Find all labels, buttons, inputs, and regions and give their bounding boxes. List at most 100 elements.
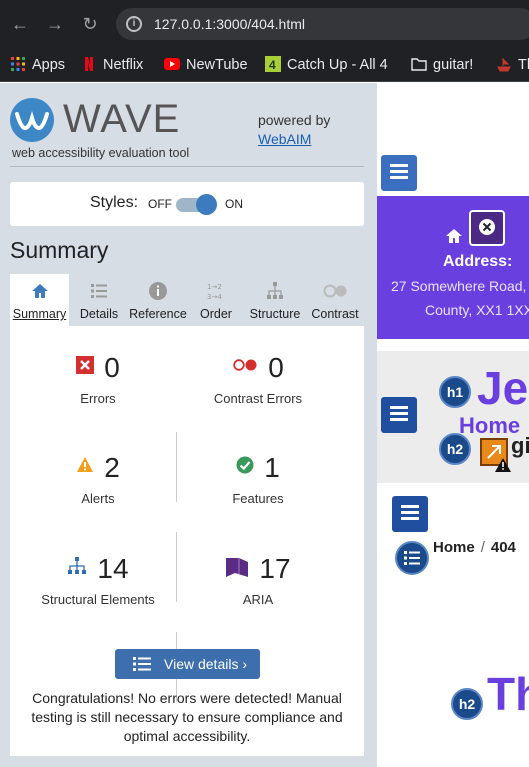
breadcrumb-home[interactable]: Home <box>433 539 475 556</box>
stat-structural[interactable]: 14 Structural Elements <box>18 553 178 607</box>
svg-text:1→2: 1→2 <box>207 283 222 291</box>
contrast-errors-label: Contrast Errors <box>213 391 303 406</box>
bookmark-catchup[interactable]: 4 Catch Up - All 4 <box>265 54 388 76</box>
address-line1: 27 Somewhere Road, <box>391 278 527 294</box>
tab-label: Structure <box>249 307 301 321</box>
heading-h2-badge[interactable]: h2 <box>439 433 471 465</box>
youtube-icon <box>164 58 180 70</box>
tab-details[interactable]: Details <box>70 274 128 326</box>
wave-tagline: web accessibility evaluation tool <box>12 146 190 160</box>
tab-label: Details <box>79 307 119 321</box>
tab-order[interactable]: 1→2 3→4 Order <box>188 274 244 326</box>
structural-label: Structural Elements <box>41 592 155 607</box>
alert-warning-icon <box>495 458 511 472</box>
styles-toggle-box: Styles: OFF ON <box>10 182 364 226</box>
heading-h2-badge[interactable]: h2 <box>451 688 483 720</box>
view-details-label: View details › <box>164 656 248 672</box>
svg-text:4: 4 <box>269 58 276 72</box>
tab-structure[interactable]: Structure <box>244 274 306 326</box>
alerts-count: 2 <box>104 452 120 483</box>
errors-count: 0 <box>104 352 120 383</box>
page-title-partial: Th <box>487 668 529 720</box>
view-details-button[interactable]: View details › <box>115 649 260 679</box>
breadcrumb-separator: / <box>480 539 485 556</box>
bookmark-apps[interactable]: Apps <box>10 54 65 76</box>
features-label: Features <box>232 491 284 506</box>
errors-label: Errors <box>80 391 116 406</box>
home-icon <box>10 281 69 301</box>
structural-count: 14 <box>97 553 129 584</box>
tab-contrast[interactable]: Contrast <box>306 274 364 326</box>
stat-alerts[interactable]: 2 Alerts <box>18 452 178 506</box>
landmark-header-icon[interactable] <box>381 155 417 191</box>
netflix-icon <box>85 57 93 71</box>
browser-toolbar: ← → ↻ i 127.0.0.1:3000/404.html <box>0 0 529 48</box>
styles-toggle-knob[interactable] <box>196 194 217 215</box>
powered-by-text: powered by <box>258 112 331 128</box>
tab-summary[interactable]: Summary <box>10 274 69 326</box>
bookmark-newtube[interactable]: NewTube <box>164 54 248 76</box>
aria-count: 17 <box>259 553 291 584</box>
home-icon <box>444 226 464 246</box>
stat-features[interactable]: 1 Features <box>178 452 338 506</box>
landmark-nav-icon[interactable] <box>381 397 417 433</box>
tab-reference[interactable]: Reference <box>128 274 188 326</box>
address-label: Address: <box>443 253 513 270</box>
reload-icon[interactable]: ↻ <box>80 14 100 34</box>
summary-heading: Summary <box>10 237 109 263</box>
wave-logo-icon <box>10 98 54 142</box>
ordered-list-icon[interactable] <box>395 541 429 575</box>
breadcrumb: Home / 404 <box>433 539 516 556</box>
svg-text:3→4: 3→4 <box>207 293 222 301</box>
bookmark-th[interactable]: Th <box>496 54 529 76</box>
alerts-label: Alerts <box>81 491 115 506</box>
stat-aria[interactable]: 17 ARIA <box>178 553 338 607</box>
aria-icon <box>226 558 249 577</box>
heading-gi-partial: gi <box>511 433 529 458</box>
bookmark-guitar[interactable]: guitar! <box>411 54 473 76</box>
bookmark-label: guitar! <box>433 57 474 73</box>
page-content: Address: 27 Somewhere Road, County, XX1 … <box>377 83 529 767</box>
features-count: 1 <box>264 452 280 483</box>
ship-icon <box>497 57 511 72</box>
bookmark-netflix[interactable]: Netflix <box>81 54 143 76</box>
address-line2: County, XX1 1XX <box>425 302 529 318</box>
feature-check-icon <box>236 456 254 474</box>
breadcrumb-current: 404 <box>490 539 516 556</box>
structure-icon <box>68 557 87 574</box>
error-icon <box>76 356 95 374</box>
aria-close-icon[interactable] <box>469 210 505 246</box>
webaim-link[interactable]: WebAIM <box>258 131 311 147</box>
bookmark-label: Netflix <box>103 57 144 73</box>
contrast-errors-count: 0 <box>268 352 284 383</box>
tab-label: Contrast <box>311 307 359 321</box>
bookmark-label: Th <box>518 57 529 73</box>
tab-label: Order <box>200 307 232 321</box>
order-icon: 1→2 3→4 <box>188 281 244 301</box>
stat-contrast-errors[interactable]: 0 Contrast Errors <box>178 352 338 406</box>
wave-sidebar: WAVE web accessibility evaluation tool p… <box>0 83 377 767</box>
wave-tabs: Summary Details Reference 1→2 3→4 Order S… <box>10 274 364 326</box>
aria-label: ARIA <box>242 592 274 607</box>
bookmarks-bar: Apps Netflix NewTube 4 Catch Up - All 4 g… <box>0 48 529 82</box>
address-bar[interactable]: i 127.0.0.1:3000/404.html <box>116 8 529 40</box>
url-text: 127.0.0.1:3000/404.html <box>154 16 306 32</box>
bookmark-label: NewTube <box>186 57 248 73</box>
site-info-icon[interactable]: i <box>126 16 142 32</box>
structure-icon <box>244 281 306 301</box>
list-icon <box>133 657 151 671</box>
styles-label: Styles: <box>90 194 139 211</box>
info-icon <box>128 281 188 301</box>
bookmark-label: Apps <box>32 57 66 73</box>
bookmark-label: Catch Up - All 4 <box>287 57 388 73</box>
congrats-message: Congratulations! No errors were detected… <box>31 690 343 744</box>
apps-grid-icon <box>11 57 25 71</box>
stat-errors[interactable]: 0 Errors <box>18 352 178 406</box>
forward-arrow-icon[interactable]: → <box>45 14 65 34</box>
channel4-icon: 4 <box>265 56 281 72</box>
contrast-icon <box>306 281 364 301</box>
heading-h1-badge[interactable]: h1 <box>439 376 471 408</box>
landmark-main-icon[interactable] <box>392 496 428 532</box>
divider <box>10 166 364 167</box>
back-arrow-icon[interactable]: ← <box>10 14 30 34</box>
